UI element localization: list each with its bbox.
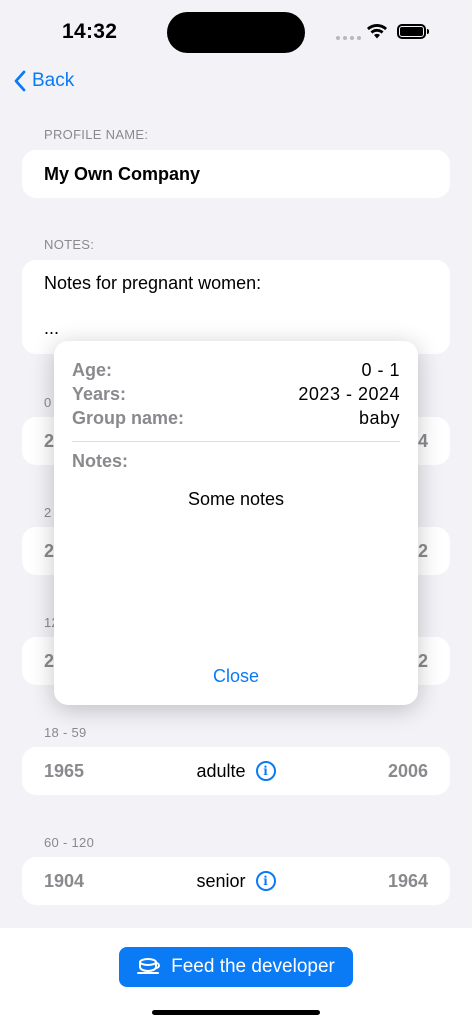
popup-notes-label: Notes: (72, 451, 129, 471)
age-row: Age: 0 - 1 (72, 360, 400, 381)
home-indicator (152, 1010, 320, 1015)
group-name-row: Group name: baby (72, 408, 400, 429)
group-range-label: 18 - 59 (44, 725, 87, 740)
divider (72, 441, 400, 442)
group-end-year: 1964 (387, 870, 428, 891)
group-start-year: 1965 (44, 760, 85, 781)
years-value: 2023 - 2024 (298, 384, 400, 404)
group-row[interactable]: 1904 senior i 1964 (22, 857, 450, 905)
years-label: Years: (72, 384, 127, 404)
status-time: 14:32 (62, 20, 118, 43)
feed-developer-label: Feed the developer (171, 956, 335, 977)
profile-name-value: My Own Company (44, 163, 201, 184)
profile-name-field[interactable]: My Own Company (22, 150, 450, 198)
age-label: Age: (72, 360, 112, 380)
group-range-label: 2 (44, 505, 52, 520)
notes-label: NOTES: (44, 237, 95, 252)
back-label: Back (32, 70, 75, 91)
notes-field[interactable]: Notes for pregnant women: ... (22, 260, 450, 354)
notes-line-2: ... (44, 318, 60, 338)
group-range-label: 60 - 120 (44, 835, 95, 850)
group-name: senior (196, 870, 246, 891)
years-row: Years: 2023 - 2024 (72, 384, 400, 405)
coffee-cup-icon (137, 958, 161, 974)
group-range-label: 0 (44, 395, 52, 410)
popup-notes-text: Some notes (187, 489, 285, 509)
feed-developer-button[interactable]: Feed the developer (119, 947, 353, 987)
dynamic-island (167, 12, 305, 53)
info-icon[interactable]: i (255, 761, 276, 781)
group-end-year: 2006 (387, 760, 428, 781)
group-start-year: 1904 (44, 870, 85, 891)
group-info-popup: Age: 0 - 1 Years: 2023 - 2024 Group name… (54, 341, 418, 705)
wifi-icon (367, 24, 387, 39)
back-button[interactable]: Back (13, 70, 74, 92)
signal-icon (336, 36, 361, 40)
chevron-left-icon (14, 70, 26, 92)
group-name-value: baby (358, 408, 400, 428)
info-icon[interactable]: i (255, 871, 276, 891)
status-bar: 14:32 (0, 0, 472, 64)
battery-icon (397, 24, 429, 39)
profile-name-label: PROFILE NAME: (44, 127, 149, 142)
age-value: 0 - 1 (361, 360, 400, 380)
close-button[interactable]: Close (54, 666, 418, 687)
group-row[interactable]: 1965 adulte i 2006 (22, 747, 450, 795)
group-name: adulte (196, 760, 246, 781)
notes-line-1: Notes for pregnant women: (44, 273, 262, 293)
group-name-label: Group name: (72, 408, 185, 428)
